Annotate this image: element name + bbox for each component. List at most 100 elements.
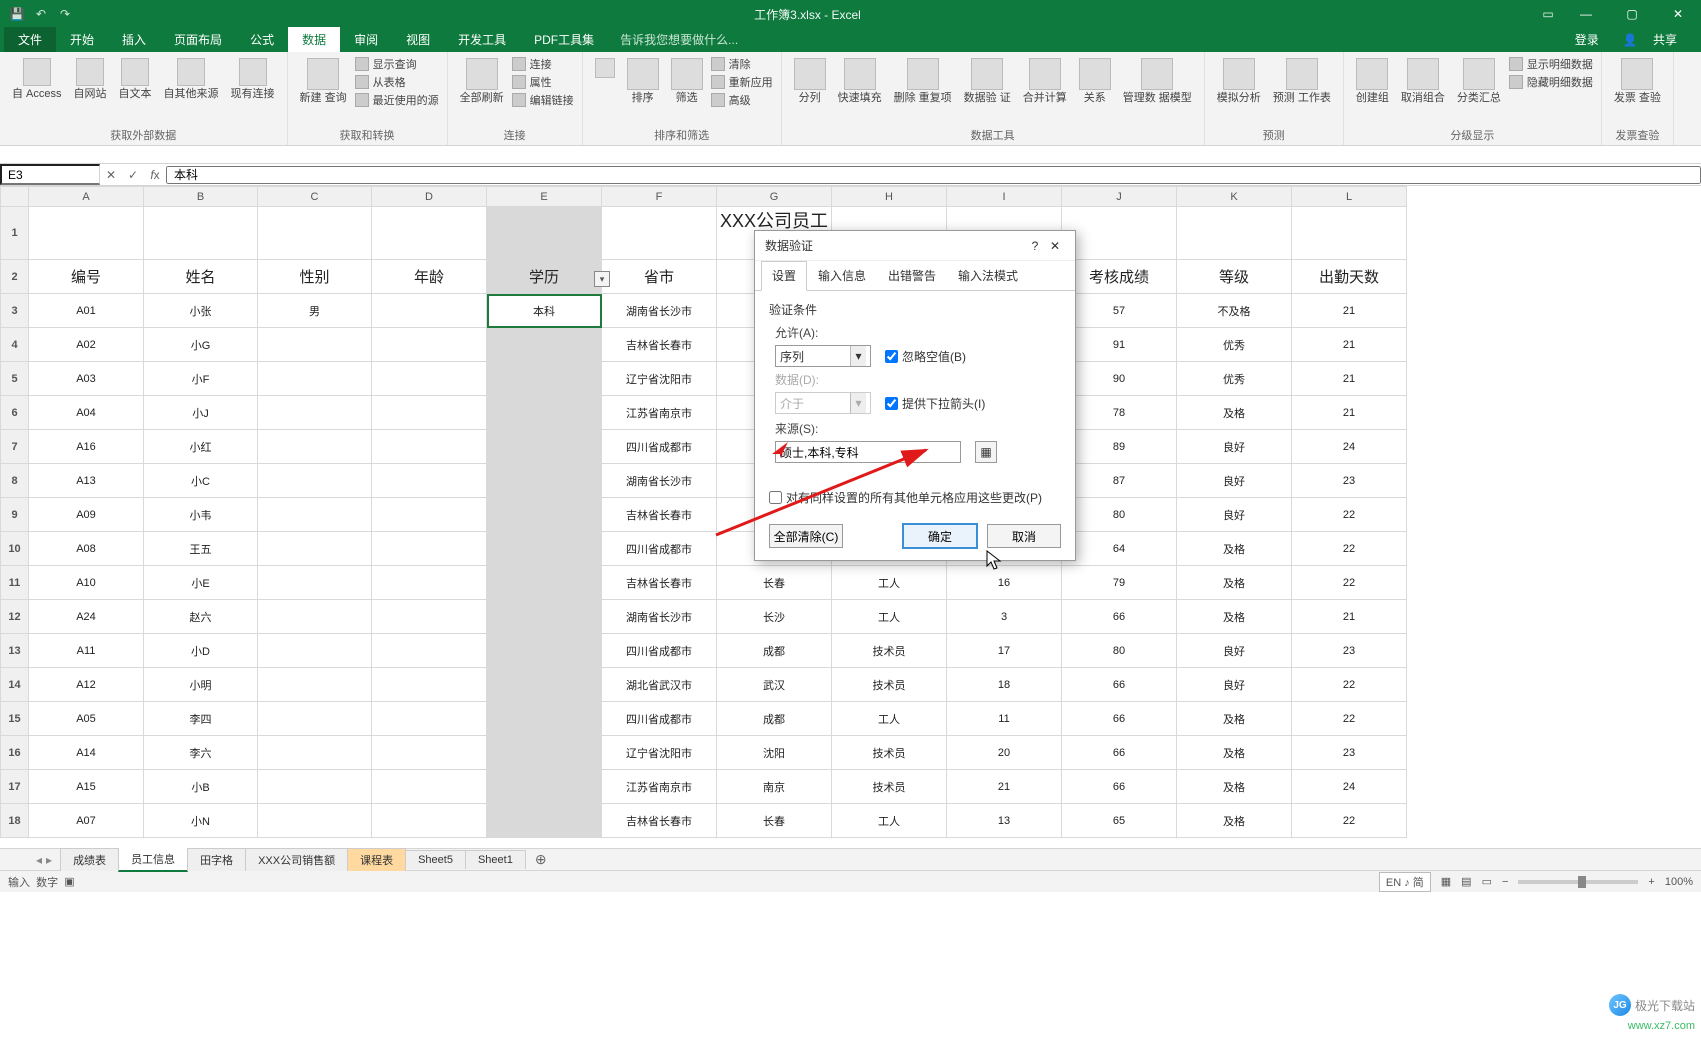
cell[interactable]: 良好: [1177, 498, 1292, 532]
cell[interactable]: A24: [29, 600, 144, 634]
cell[interactable]: [487, 464, 602, 498]
cell[interactable]: 江苏省南京市: [602, 770, 717, 804]
cell[interactable]: [258, 328, 372, 362]
cell[interactable]: 87: [1062, 464, 1177, 498]
sheet-tab[interactable]: XXX公司销售额: [245, 848, 348, 871]
cell[interactable]: [487, 668, 602, 702]
row-header[interactable]: 9: [1, 498, 29, 532]
cell[interactable]: 良好: [1177, 464, 1292, 498]
row-header[interactable]: 1: [1, 207, 29, 260]
cell[interactable]: [602, 207, 717, 260]
ungroup-button[interactable]: 取消组合: [1397, 56, 1449, 106]
properties-button[interactable]: 属性: [512, 74, 574, 90]
consolidate-button[interactable]: 合并计算: [1019, 56, 1071, 106]
existing-conn-button[interactable]: 现有连接: [227, 56, 279, 102]
cell[interactable]: [487, 600, 602, 634]
from-access-button[interactable]: 自 Access: [8, 56, 66, 102]
cell[interactable]: A02: [29, 328, 144, 362]
cell[interactable]: 编号: [29, 260, 144, 294]
cell[interactable]: 11: [947, 702, 1062, 736]
cell[interactable]: 20: [947, 736, 1062, 770]
row-header[interactable]: 7: [1, 430, 29, 464]
dialog-help-icon[interactable]: ?: [1025, 239, 1045, 253]
tell-me[interactable]: 告诉我您想要做什么...: [608, 27, 750, 52]
enter-formula-icon[interactable]: ✓: [122, 168, 144, 182]
dialog-tab-error[interactable]: 出错警告: [877, 261, 947, 290]
formula-bar[interactable]: [166, 166, 1701, 184]
sheet-tab[interactable]: 课程表: [347, 848, 406, 871]
cell[interactable]: 年龄: [372, 260, 487, 294]
row-header[interactable]: 15: [1, 702, 29, 736]
cell[interactable]: 90: [1062, 362, 1177, 396]
cell[interactable]: 22: [1292, 532, 1407, 566]
sheet-tab[interactable]: Sheet5: [405, 850, 466, 869]
range-picker-icon[interactable]: ▦: [975, 441, 997, 463]
cell[interactable]: 22: [1292, 498, 1407, 532]
cell[interactable]: 66: [1062, 770, 1177, 804]
cell[interactable]: 技术员: [832, 668, 947, 702]
cell[interactable]: [487, 430, 602, 464]
cell[interactable]: 23: [1292, 736, 1407, 770]
cell[interactable]: [372, 430, 487, 464]
from-table-button[interactable]: 从表格: [355, 74, 439, 90]
cell[interactable]: [29, 207, 144, 260]
zoom-in-button[interactable]: +: [1648, 876, 1654, 888]
cell[interactable]: 及格: [1177, 566, 1292, 600]
cell[interactable]: 吉林省长春市: [602, 566, 717, 600]
column-header[interactable]: J: [1062, 187, 1177, 207]
tab-insert[interactable]: 插入: [108, 27, 160, 52]
row-header[interactable]: 10: [1, 532, 29, 566]
row-header[interactable]: 3: [1, 294, 29, 328]
cell[interactable]: 技术员: [832, 634, 947, 668]
cell[interactable]: 小韦: [144, 498, 258, 532]
cell[interactable]: [372, 207, 487, 260]
cell[interactable]: 小B: [144, 770, 258, 804]
cell[interactable]: A15: [29, 770, 144, 804]
row-header[interactable]: 11: [1, 566, 29, 600]
cell[interactable]: 长春: [717, 566, 832, 600]
show-detail-button[interactable]: 显示明细数据: [1509, 56, 1593, 72]
cell[interactable]: 及格: [1177, 600, 1292, 634]
column-header[interactable]: I: [947, 187, 1062, 207]
connections-button[interactable]: 连接: [512, 56, 574, 72]
ok-button[interactable]: 确定: [903, 524, 977, 548]
cell[interactable]: 及格: [1177, 804, 1292, 838]
cell[interactable]: 湖南省长沙市: [602, 294, 717, 328]
cell[interactable]: A04: [29, 396, 144, 430]
cell[interactable]: [372, 362, 487, 396]
clear-filter-button[interactable]: 清除: [711, 56, 773, 72]
dialog-tab-ime[interactable]: 输入法模式: [947, 261, 1029, 290]
dialog-close-button[interactable]: ✕: [1045, 239, 1065, 253]
from-web-button[interactable]: 自网站: [70, 56, 111, 102]
cell[interactable]: 工人: [832, 566, 947, 600]
cell[interactable]: 小G: [144, 328, 258, 362]
advanced-filter-button[interactable]: 高级: [711, 92, 773, 108]
cell[interactable]: A05: [29, 702, 144, 736]
new-query-button[interactable]: 新建 查询: [296, 56, 351, 106]
cell[interactable]: 工人: [832, 600, 947, 634]
cell[interactable]: A03: [29, 362, 144, 396]
tab-view[interactable]: 视图: [392, 27, 444, 52]
cell[interactable]: 江苏省南京市: [602, 396, 717, 430]
cell[interactable]: [258, 396, 372, 430]
cell[interactable]: 技术员: [832, 736, 947, 770]
zoom-slider[interactable]: [1518, 880, 1638, 884]
cell[interactable]: 王五: [144, 532, 258, 566]
cell[interactable]: 57: [1062, 294, 1177, 328]
cell[interactable]: [372, 736, 487, 770]
cell[interactable]: 小F: [144, 362, 258, 396]
cell[interactable]: [258, 770, 372, 804]
cell[interactable]: 李六: [144, 736, 258, 770]
cell[interactable]: 四川省成都市: [602, 702, 717, 736]
cell[interactable]: 23: [1292, 464, 1407, 498]
cell[interactable]: [487, 532, 602, 566]
from-other-button[interactable]: 自其他来源: [160, 56, 223, 102]
cell[interactable]: 湖北省武汉市: [602, 668, 717, 702]
cell[interactable]: 89: [1062, 430, 1177, 464]
cell[interactable]: 优秀: [1177, 328, 1292, 362]
row-header[interactable]: 13: [1, 634, 29, 668]
redo-icon[interactable]: ↷: [56, 5, 74, 23]
filter-button[interactable]: 筛选: [667, 56, 707, 106]
cell[interactable]: 80: [1062, 634, 1177, 668]
login-button[interactable]: 登录: [1563, 27, 1611, 52]
